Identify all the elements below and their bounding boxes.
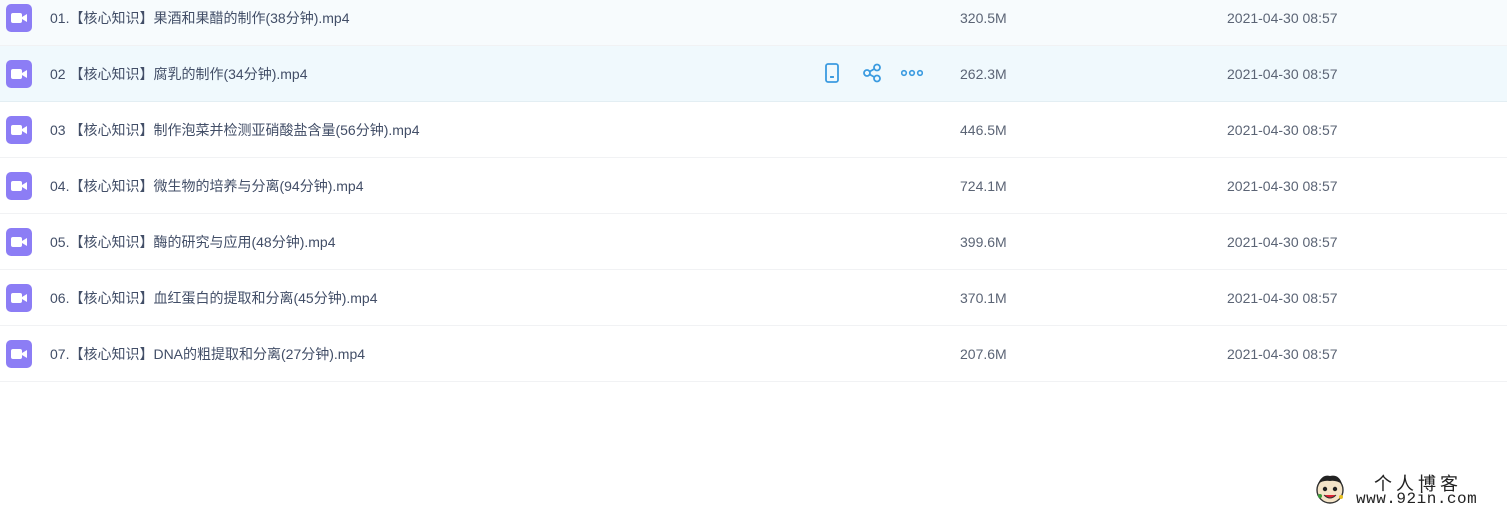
file-row[interactable]: 01.【核心知识】果酒和果醋的制作(38分钟).mp4 320.5M 2021-… bbox=[0, 0, 1507, 46]
share-button[interactable] bbox=[860, 61, 884, 85]
file-name[interactable]: 01.【核心知识】果酒和果醋的制作(38分钟).mp4 bbox=[50, 9, 349, 27]
file-row[interactable]: 05.【核心知识】酶的研究与应用(48分钟).mp4 399.6M 2021-0… bbox=[0, 214, 1507, 270]
video-file-icon bbox=[6, 172, 32, 200]
video-file-icon bbox=[6, 4, 32, 32]
file-row[interactable]: 07.【核心知识】DNA的粗提取和分离(27分钟).mp4 207.6M 202… bbox=[0, 326, 1507, 382]
video-file-icon bbox=[6, 284, 32, 312]
phone-icon bbox=[825, 63, 839, 83]
send-to-phone-button[interactable] bbox=[820, 61, 844, 85]
file-size: 207.6M bbox=[960, 346, 1007, 362]
file-name[interactable]: 07.【核心知识】DNA的粗提取和分离(27分钟).mp4 bbox=[50, 345, 365, 363]
video-file-icon bbox=[6, 60, 32, 88]
file-name[interactable]: 04.【核心知识】微生物的培养与分离(94分钟).mp4 bbox=[50, 177, 363, 195]
video-file-icon bbox=[6, 340, 32, 368]
file-date: 2021-04-30 08:57 bbox=[1227, 178, 1338, 194]
file-name[interactable]: 02 【核心知识】腐乳的制作(34分钟).mp4 bbox=[50, 65, 307, 83]
share-icon bbox=[863, 63, 881, 83]
file-date: 2021-04-30 08:57 bbox=[1227, 346, 1338, 362]
file-date: 2021-04-30 08:57 bbox=[1227, 66, 1338, 82]
file-size: 399.6M bbox=[960, 234, 1007, 250]
row-actions bbox=[820, 61, 940, 85]
file-name[interactable]: 03 【核心知识】制作泡菜并检测亚硝酸盐含量(56分钟).mp4 bbox=[50, 121, 419, 139]
file-date: 2021-04-30 08:57 bbox=[1227, 122, 1338, 138]
file-size: 262.3M bbox=[960, 66, 1007, 82]
file-size: 446.5M bbox=[960, 122, 1007, 138]
watermark-url: www.92in.com bbox=[1356, 490, 1478, 508]
file-size: 370.1M bbox=[960, 290, 1007, 306]
video-file-icon bbox=[6, 228, 32, 256]
watermark: 个人博客 www.92in.com bbox=[1312, 470, 1502, 510]
file-row[interactable]: 04.【核心知识】微生物的培养与分离(94分钟).mp4 724.1M 2021… bbox=[0, 158, 1507, 214]
file-row[interactable]: 02 【核心知识】腐乳的制作(34分钟).mp4 262.3M 2021-04-… bbox=[0, 46, 1507, 102]
file-row[interactable]: 06.【核心知识】血红蛋白的提取和分离(45分钟).mp4 370.1M 202… bbox=[0, 270, 1507, 326]
file-size: 724.1M bbox=[960, 178, 1007, 194]
file-size: 320.5M bbox=[960, 10, 1007, 26]
video-file-icon bbox=[6, 116, 32, 144]
file-date: 2021-04-30 08:57 bbox=[1227, 234, 1338, 250]
file-row[interactable]: 03 【核心知识】制作泡菜并检测亚硝酸盐含量(56分钟).mp4 446.5M … bbox=[0, 102, 1507, 158]
file-date: 2021-04-30 08:57 bbox=[1227, 290, 1338, 306]
more-icon bbox=[901, 69, 923, 77]
more-button[interactable] bbox=[900, 61, 924, 85]
file-name[interactable]: 06.【核心知识】血红蛋白的提取和分离(45分钟).mp4 bbox=[50, 289, 377, 307]
file-name[interactable]: 05.【核心知识】酶的研究与应用(48分钟).mp4 bbox=[50, 233, 335, 251]
file-list: 01.【核心知识】果酒和果醋的制作(38分钟).mp4 320.5M 2021-… bbox=[0, 0, 1507, 382]
mascot-logo-icon bbox=[1316, 475, 1344, 504]
file-date: 2021-04-30 08:57 bbox=[1227, 10, 1338, 26]
